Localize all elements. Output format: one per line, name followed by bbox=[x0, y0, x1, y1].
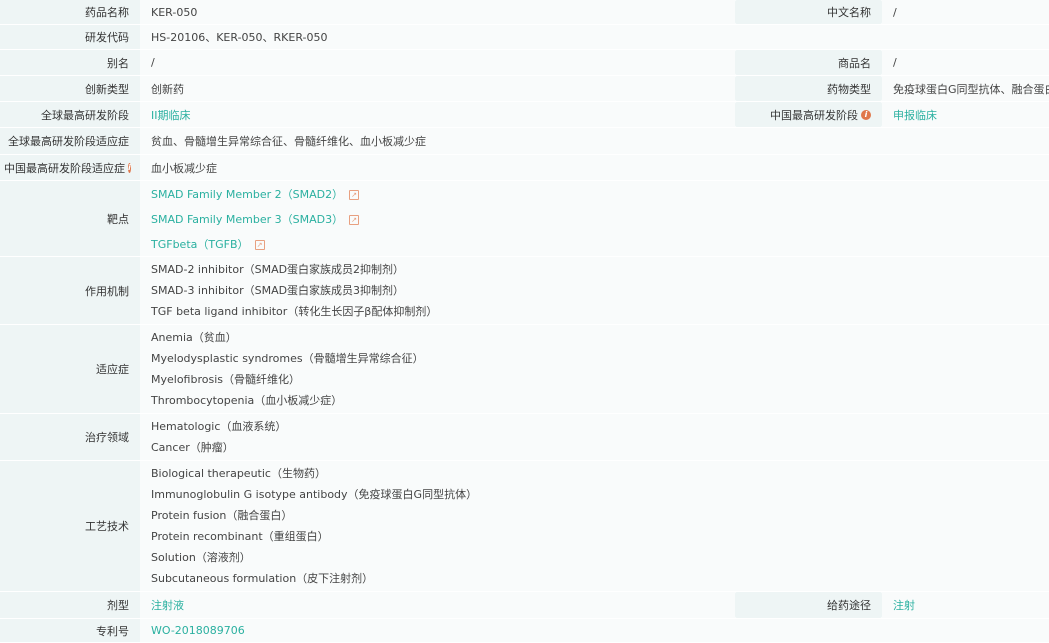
row-indications: 适应症 Anemia（贫血） Myelodysplastic syndromes… bbox=[0, 325, 1049, 414]
value: / bbox=[140, 50, 725, 75]
label: 别名 bbox=[0, 50, 140, 75]
list-item: Solution（溶液剂） bbox=[151, 551, 251, 564]
external-link-icon[interactable]: ↗ bbox=[349, 214, 360, 225]
row-mechanism: 作用机制 SMAD-2 inhibitor（SMAD蛋白家族成员2抑制剂） SM… bbox=[0, 257, 1049, 325]
label: 全球最高研发阶段适应症 bbox=[0, 128, 140, 154]
label: 创新类型 bbox=[0, 76, 140, 101]
row-innovation: 创新类型 创新药 药物类型 免疫球蛋白G同型抗体、融合蛋白 bbox=[0, 76, 1049, 102]
list-item: Subcutaneous formulation（皮下注射剂） bbox=[151, 572, 374, 585]
target-link[interactable]: SMAD Family Member 2（SMAD2） bbox=[151, 186, 343, 202]
list-item: Anemia（贫血） bbox=[151, 331, 237, 344]
list-item: SMAD-3 inhibitor（SMAD蛋白家族成员3抑制剂） bbox=[151, 284, 405, 297]
value: HS-20106、KER-050、RKER-050 bbox=[140, 25, 1049, 49]
label: 治疗领域 bbox=[0, 414, 140, 460]
external-link-icon[interactable]: ↗ bbox=[254, 239, 265, 250]
target-link[interactable]: SMAD Family Member 3（SMAD3） bbox=[151, 211, 343, 227]
row-global-indication: 全球最高研发阶段适应症 贫血、骨髓增生异常综合征、骨髓纤维化、血小板减少症 bbox=[0, 128, 1049, 155]
list-item: Hematologic（血液系统） bbox=[151, 420, 287, 433]
china-phase-link[interactable]: 申报临床 bbox=[893, 107, 937, 123]
value: KER-050 bbox=[140, 0, 725, 24]
row-drug-name: 药品名称 KER-050 中文名称 / bbox=[0, 0, 1049, 25]
target-link[interactable]: TGFbeta（TGFB） bbox=[151, 236, 249, 252]
row-patent: 专利号 WO-2018089706 bbox=[0, 619, 1049, 643]
label: 工艺技术 bbox=[0, 461, 140, 591]
list-item: TGF beta ligand inhibitor（转化生长因子β配体抑制剂） bbox=[151, 305, 438, 318]
list-item: Immunoglobulin G isotype antibody（免疫球蛋白G… bbox=[151, 488, 478, 501]
list-item: Protein recombinant（重组蛋白） bbox=[151, 530, 329, 543]
row-domains: 治疗领域 Hematologic（血液系统） Cancer（肿瘤） bbox=[0, 414, 1049, 461]
row-alias: 别名 / 商品名 / bbox=[0, 50, 1049, 76]
label: 研发代码 bbox=[0, 25, 140, 49]
label: 中国最高研发阶段 i bbox=[735, 102, 882, 127]
list-item: Biological therapeutic（生物药） bbox=[151, 467, 326, 480]
list-item: Protein fusion（融合蛋白） bbox=[151, 509, 293, 522]
row-technology: 工艺技术 Biological therapeutic（生物药） Immunog… bbox=[0, 461, 1049, 592]
dosage-form-link[interactable]: 注射液 bbox=[151, 597, 725, 613]
label: 适应症 bbox=[0, 325, 140, 413]
value: / bbox=[882, 50, 1049, 75]
external-link-icon[interactable]: ↗ bbox=[349, 189, 360, 200]
row-targets: 靶点 SMAD Family Member 2（SMAD2） ↗ SMAD Fam… bbox=[0, 181, 1049, 257]
label: 中文名称 bbox=[735, 0, 882, 24]
row-dev-code: 研发代码 HS-20106、KER-050、RKER-050 bbox=[0, 25, 1049, 50]
label: 剂型 bbox=[0, 592, 140, 618]
label: 药物类型 bbox=[735, 76, 882, 101]
list-item: Myelodysplastic syndromes（骨髓增生异常综合征） bbox=[151, 352, 424, 365]
row-global-phase: 全球最高研发阶段 II期临床 中国最高研发阶段 i 申报临床 bbox=[0, 102, 1049, 128]
label: 药品名称 bbox=[0, 0, 140, 24]
info-icon[interactable]: i bbox=[128, 162, 131, 173]
label: 专利号 bbox=[0, 619, 140, 642]
value: 创新药 bbox=[140, 76, 725, 101]
label: 作用机制 bbox=[0, 257, 140, 324]
route-link[interactable]: 注射 bbox=[893, 597, 915, 613]
list-item: Thrombocytopenia（血小板减少症） bbox=[151, 394, 343, 407]
global-phase-link[interactable]: II期临床 bbox=[151, 107, 725, 123]
row-china-indication: 中国最高研发阶段适应症 i 血小板减少症 bbox=[0, 155, 1049, 181]
list-item: Cancer（肿瘤） bbox=[151, 441, 234, 454]
label: 中国最高研发阶段适应症 i bbox=[0, 155, 140, 180]
patent-link[interactable]: WO-2018089706 bbox=[151, 624, 1049, 637]
label: 靶点 bbox=[0, 181, 140, 256]
row-dosage-form: 剂型 注射液 给药途径 注射 bbox=[0, 592, 1049, 619]
value: 贫血、骨髓增生异常综合征、骨髓纤维化、血小板减少症 bbox=[140, 128, 1049, 154]
list-item: SMAD-2 inhibitor（SMAD蛋白家族成员2抑制剂） bbox=[151, 263, 405, 276]
value: / bbox=[882, 0, 1049, 24]
list-item: Myelofibrosis（骨髓纤维化） bbox=[151, 373, 300, 386]
value: 免疫球蛋白G同型抗体、融合蛋白 bbox=[882, 76, 1049, 101]
label: 全球最高研发阶段 bbox=[0, 102, 140, 127]
value: 血小板减少症 bbox=[140, 155, 1049, 180]
label: 商品名 bbox=[735, 50, 882, 75]
label: 给药途径 bbox=[735, 592, 882, 618]
info-icon[interactable]: i bbox=[861, 109, 871, 120]
